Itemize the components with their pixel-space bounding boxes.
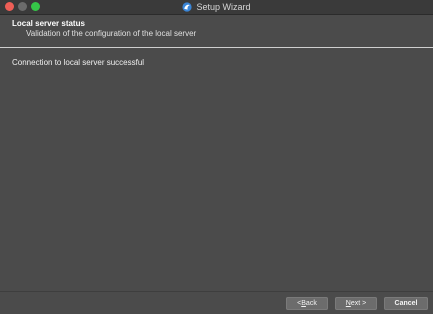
setup-wizard-window: Setup Wizard Local server status Validat… — [0, 0, 433, 314]
wizard-header: Local server status Validation of the co… — [0, 15, 433, 47]
setup-wizard-app-icon — [182, 2, 193, 12]
next-button-label: ext > — [350, 300, 367, 307]
window-title-group: Setup Wizard — [0, 0, 433, 14]
connection-status-text: Connection to local server successful — [12, 58, 145, 67]
title-bar[interactable]: Setup Wizard — [0, 0, 433, 15]
page-subtitle: Validation of the configuration of the l… — [26, 29, 197, 38]
next-button[interactable]: Next > — [335, 297, 377, 310]
footer-divider — [0, 291, 433, 292]
page-title: Local server status — [12, 19, 85, 28]
wizard-content: Connection to local server successful — [0, 48, 433, 291]
window-title: Setup Wizard — [196, 2, 251, 12]
back-button-label: ack — [305, 300, 317, 307]
desktop-background — [0, 314, 433, 318]
back-button[interactable]: < Back — [286, 297, 328, 310]
cancel-button[interactable]: Cancel — [384, 297, 428, 310]
